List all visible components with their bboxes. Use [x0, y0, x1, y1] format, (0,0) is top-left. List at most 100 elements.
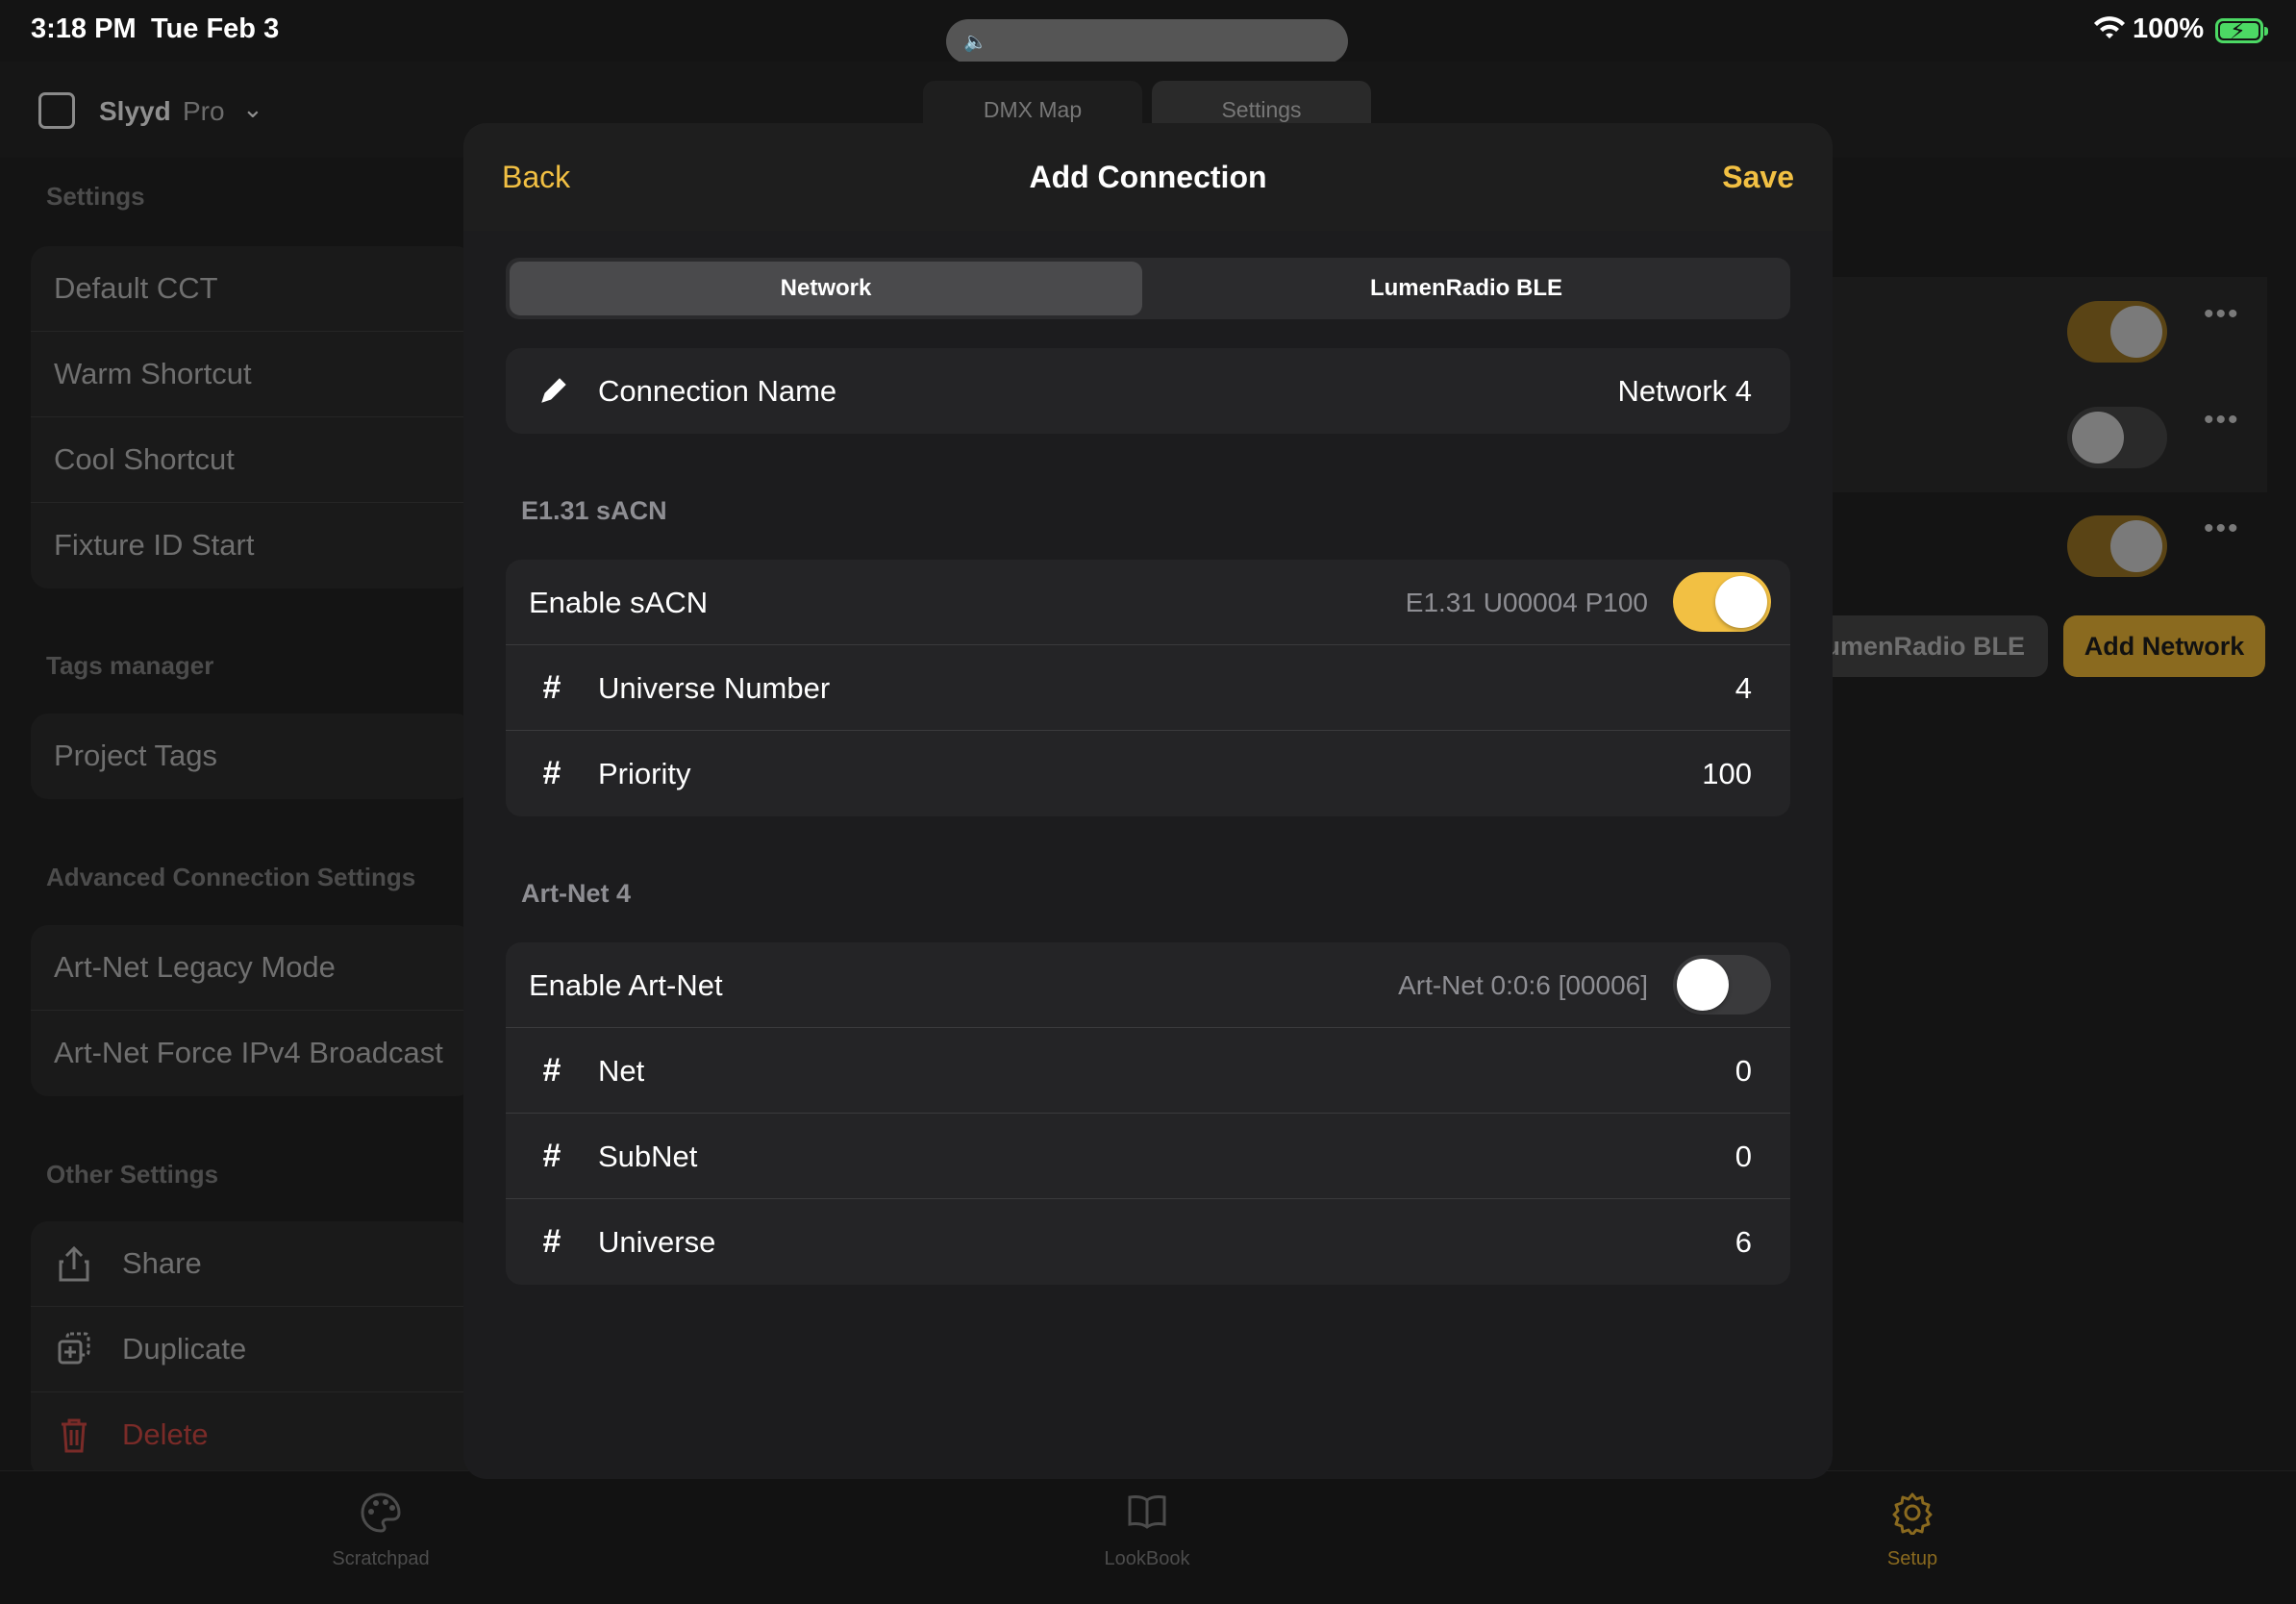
connection-name-label: Connection Name	[598, 374, 837, 408]
sidebar-item-label: Delete	[122, 1417, 209, 1451]
connection-list: ••• •••	[1808, 277, 2267, 492]
sidebar-item-label: Cool Shortcut	[54, 442, 235, 476]
hash-icon: #	[542, 1052, 562, 1089]
sidebar-item-default-cct[interactable]: Default CCT	[31, 246, 473, 332]
tab-dmx-map[interactable]: DMX Map	[923, 81, 1142, 127]
net-input[interactable]: 0	[1735, 1054, 1752, 1089]
sidebar-item-artnet-legacy[interactable]: Art-Net Legacy Mode	[31, 925, 473, 1011]
hash-icon: #	[542, 755, 562, 791]
add-connection-modal: Back Add Connection Save Network LumenRa…	[463, 123, 1833, 1479]
sidebar-item-artnet-ipv4[interactable]: Art-Net Force IPv4 Broadcast	[31, 1011, 473, 1096]
sidebar-item-cool-shortcut[interactable]: Cool Shortcut	[31, 417, 473, 503]
charging-bolt-icon: ⚡	[2230, 18, 2246, 44]
connection-toggle-1[interactable]	[2067, 301, 2167, 363]
enable-artnet-label: Enable Art-Net	[529, 968, 723, 1002]
connection-type-segmented-control: Network LumenRadio BLE	[506, 258, 1790, 319]
priority-label: Priority	[598, 757, 691, 790]
section-title-advanced: Advanced Connection Settings	[46, 863, 416, 891]
sidebar-item-label: Project Tags	[54, 739, 218, 772]
sidebar-item-label: Share	[122, 1246, 202, 1280]
sidebar-item-label: Fixture ID Start	[54, 528, 255, 562]
segment-lumenradio-ble[interactable]: LumenRadio BLE	[1146, 262, 1786, 315]
app-plan[interactable]: Pro	[183, 96, 225, 127]
connection-toggle-3[interactable]	[2067, 515, 2167, 577]
sidebar-item-warm-shortcut[interactable]: Warm Shortcut	[31, 332, 473, 417]
muted-speaker-icon: 🔈	[963, 32, 987, 53]
tab-label: Scratchpad	[332, 1548, 430, 1569]
subnet-input[interactable]: 0	[1735, 1140, 1752, 1174]
artnet-universe-input[interactable]: 6	[1735, 1225, 1752, 1260]
hash-icon: #	[542, 1223, 562, 1260]
universe-number-input[interactable]: 4	[1735, 671, 1752, 706]
enable-sacn-label: Enable sACN	[529, 586, 709, 619]
status-date: Tue Feb 3	[151, 13, 280, 44]
sidebar-item-label: Art-Net Legacy Mode	[54, 950, 336, 984]
universe-number-label: Universe Number	[598, 671, 831, 705]
priority-input[interactable]: 100	[1702, 757, 1752, 791]
save-button[interactable]: Save	[1722, 160, 1794, 195]
palette-icon	[285, 1491, 477, 1541]
sacn-summary: E1.31 U00004 P100	[1405, 588, 1648, 617]
wifi-icon	[2094, 16, 2125, 38]
segment-network[interactable]: Network	[510, 262, 1142, 315]
more-options-icon[interactable]: •••	[2204, 298, 2240, 331]
sacn-group: Enable sACN E1.31 U00004 P100 # Universe…	[506, 560, 1790, 816]
share-icon	[59, 1245, 89, 1282]
connection-name-group: Connection Name Network 4	[506, 348, 1790, 434]
net-label: Net	[598, 1054, 645, 1088]
tags-group: Project Tags	[31, 714, 473, 799]
duplicate-icon	[58, 1332, 90, 1365]
enable-artnet-row: Enable Art-Net Art-Net 0:0:6 [00006]	[506, 942, 1790, 1028]
more-options-icon[interactable]: •••	[2204, 513, 2240, 545]
add-network-button[interactable]: Add Network	[2063, 615, 2265, 677]
mute-indicator-pill: 🔈	[946, 19, 1348, 63]
sidebar-item-delete[interactable]: Delete	[31, 1392, 473, 1478]
modal-header: Back Add Connection Save	[463, 123, 1833, 231]
priority-row[interactable]: # Priority 100	[506, 731, 1790, 816]
trash-icon	[62, 1418, 87, 1453]
section-title-tags: Tags manager	[46, 651, 214, 680]
tab-scratchpad[interactable]: Scratchpad	[285, 1491, 477, 1570]
chevron-down-icon[interactable]: ⌄	[242, 94, 263, 124]
subnet-row[interactable]: # SubNet 0	[506, 1114, 1790, 1199]
enable-artnet-toggle[interactable]	[1673, 955, 1771, 1015]
section-title-settings: Settings	[46, 182, 145, 211]
connection-toggle-2[interactable]	[2067, 407, 2167, 468]
net-row[interactable]: # Net 0	[506, 1028, 1790, 1114]
sidebar-item-fixture-id-start[interactable]: Fixture ID Start	[31, 503, 473, 589]
status-time: 3:18 PM	[31, 13, 137, 44]
tab-label: Setup	[1886, 1548, 1938, 1569]
other-group: Share Duplicate Delete	[31, 1221, 473, 1478]
tab-lookbook[interactable]: LookBook	[1051, 1491, 1243, 1570]
status-bar: 3:18 PM Tue Feb 3 🔈 100% ⚡	[0, 0, 2296, 63]
more-options-icon[interactable]: •••	[2204, 404, 2240, 437]
settings-sidebar: Settings Default CCT Warm Shortcut Cool …	[0, 158, 473, 1478]
sidebar-item-share[interactable]: Share	[31, 1221, 473, 1307]
sidebar-item-duplicate[interactable]: Duplicate	[31, 1307, 473, 1392]
sidebar-item-label: Art-Net Force IPv4 Broadcast	[54, 1036, 443, 1069]
sidebar-item-label: Warm Shortcut	[54, 357, 252, 390]
tab-settings[interactable]: Settings	[1152, 81, 1371, 127]
universe-number-row[interactable]: # Universe Number 4	[506, 645, 1790, 731]
battery-icon: ⚡	[2215, 18, 2268, 44]
app-name[interactable]: Slyyd	[99, 96, 171, 127]
sidebar-item-label: Duplicate	[122, 1332, 247, 1366]
hash-icon: #	[542, 669, 562, 706]
sidebar-item-project-tags[interactable]: Project Tags	[31, 714, 473, 799]
gear-icon	[1816, 1491, 2009, 1541]
pencil-icon	[541, 378, 566, 403]
modal-title: Add Connection	[1029, 160, 1267, 194]
tab-bar: Scratchpad LookBook Setup	[0, 1470, 2296, 1604]
tab-setup[interactable]: Setup	[1816, 1491, 2009, 1570]
app-logo-icon	[38, 92, 75, 129]
settings-group: Default CCT Warm Shortcut Cool Shortcut …	[31, 246, 473, 589]
artnet-universe-label: Universe	[598, 1225, 716, 1259]
enable-sacn-toggle[interactable]	[1673, 572, 1771, 632]
connection-name-input[interactable]: Network 4	[1617, 374, 1752, 409]
battery-percent: 100%	[2133, 13, 2205, 44]
connection-name-row[interactable]: Connection Name Network 4	[506, 348, 1790, 434]
artnet-section-title: Art-Net 4	[521, 879, 632, 908]
sidebar-item-label: Default CCT	[54, 271, 218, 305]
artnet-universe-row[interactable]: # Universe 6	[506, 1199, 1790, 1285]
section-title-other: Other Settings	[46, 1160, 219, 1189]
